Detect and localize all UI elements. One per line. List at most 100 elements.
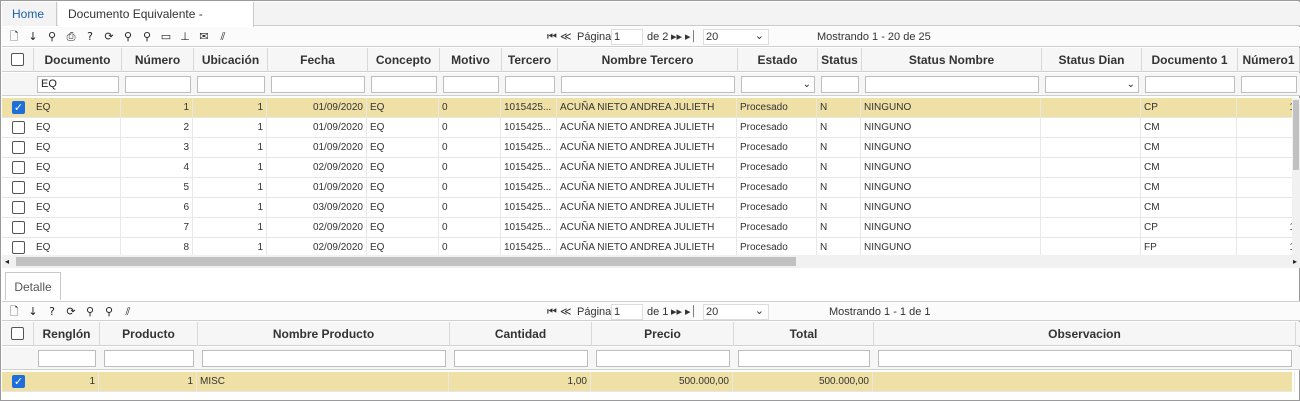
import-icon[interactable]: ↓ — [25, 304, 41, 320]
table-row[interactable]: EQ 3 1 01/09/2020 EQ 0 1015425... ACUÑA NIETO A… — [2, 138, 1299, 158]
column-header-concepto[interactable]: Concepto — [368, 48, 440, 72]
table-row[interactable]: ✓ 1 1 MISC 1,00 500.000,00 500.000,00 — [2, 372, 1295, 392]
column-header-status-dian[interactable]: Status Dian — [1042, 48, 1142, 72]
filter-documento-input[interactable]: EQ — [37, 76, 119, 93]
column-header-status[interactable]: Status — [818, 48, 862, 72]
mail-icon[interactable]: ✉ — [196, 29, 212, 45]
select-all-checkbox[interactable] — [11, 327, 24, 340]
row-checkbox[interactable] — [12, 201, 25, 214]
column-header-nombre-producto[interactable]: Nombre Producto — [198, 322, 450, 346]
tab-home[interactable]: Home — [2, 2, 57, 26]
refresh-icon[interactable]: ⟳ — [101, 29, 117, 45]
filter-ubicacion-input[interactable] — [197, 76, 265, 93]
row-checkbox[interactable]: ✓ — [12, 101, 25, 114]
column-header-motivo[interactable]: Motivo — [440, 48, 502, 72]
column-header-observacion[interactable]: Observacion — [874, 322, 1296, 346]
page-size-select[interactable]: 20 ⌄ — [703, 29, 769, 45]
filter-nombre-tercero-input[interactable] — [561, 76, 735, 93]
import-icon[interactable]: ↓ — [25, 29, 41, 45]
column-header-documento[interactable]: Documento — [34, 48, 122, 72]
column-header-cantidad[interactable]: Cantidad — [450, 322, 592, 346]
page-size-select[interactable]: 20 ⌄ — [703, 304, 769, 320]
filter-documento1-input[interactable] — [1145, 76, 1235, 93]
column-header-estado[interactable]: Estado — [738, 48, 818, 72]
filter-status-dian-select[interactable]: ⌄ — [1045, 76, 1139, 93]
main-vertical-scrollbar[interactable] — [1292, 98, 1300, 255]
next-page-icon[interactable]: ▸▸ — [671, 303, 682, 321]
column-header-precio[interactable]: Precio — [592, 322, 734, 346]
table-row[interactable]: ✓ EQ 1 1 01/09/2020 EQ 0 1015425... ACUÑA NIETO … — [2, 98, 1299, 118]
filter-concepto-input[interactable] — [371, 76, 437, 93]
table-row[interactable]: EQ 4 1 02/09/2020 EQ 0 1015425... ACUÑA NIETO A… — [2, 158, 1299, 178]
column-header-renglon[interactable]: Renglón — [34, 322, 100, 346]
row-checkbox[interactable] — [12, 121, 25, 134]
zoom-in-icon[interactable]: ⚲ — [82, 304, 98, 320]
select-all-checkbox[interactable] — [11, 53, 24, 66]
row-checkbox[interactable] — [12, 241, 25, 254]
new-icon[interactable]: 🗋 — [6, 29, 22, 45]
new-icon[interactable]: 🗋 — [6, 304, 22, 320]
row-checkbox[interactable] — [12, 221, 25, 234]
filter-status-input[interactable] — [821, 76, 859, 93]
filter-cantidad-input[interactable] — [454, 350, 588, 367]
tab-detalle[interactable]: Detalle — [5, 272, 61, 300]
column-header-fecha[interactable]: Fecha — [268, 48, 368, 72]
row-checkbox[interactable]: ✓ — [12, 375, 25, 388]
row-checkbox[interactable] — [12, 141, 25, 154]
resize-icon[interactable]: ⫽ — [215, 29, 231, 45]
table-row[interactable]: EQ 6 1 03/09/2020 EQ 0 1015425... ACUÑA NIETO A… — [2, 198, 1299, 218]
filter-numero-input[interactable] — [125, 76, 191, 93]
comment-icon[interactable]: ▭ — [158, 29, 174, 45]
next-page-icon[interactable]: ▸▸ — [671, 28, 682, 46]
zoom-in-icon[interactable]: ⚲ — [120, 29, 136, 45]
first-page-icon[interactable]: ⏮ — [547, 28, 557, 46]
table-row[interactable]: EQ 7 1 02/09/2020 EQ 0 1015425... ACUÑA NIETO A… — [2, 218, 1299, 238]
last-page-icon[interactable]: ▸⏐ — [685, 28, 697, 46]
zoom-out-icon[interactable]: ⚲ — [139, 29, 155, 45]
row-checkbox[interactable] — [12, 181, 25, 194]
column-header-total[interactable]: Total — [734, 322, 874, 346]
scroll-right-icon[interactable]: ▸ — [1293, 255, 1297, 268]
filter-producto-input[interactable] — [104, 350, 194, 367]
column-header-numero[interactable]: Número — [122, 48, 194, 72]
table-row[interactable]: EQ 2 1 01/09/2020 EQ 0 1015425... ACUÑA NIETO A… — [2, 118, 1299, 138]
filter-estado-select[interactable]: ⌄ — [741, 76, 815, 93]
help-icon[interactable]: ? — [44, 304, 60, 320]
filter-renglon-input[interactable] — [38, 350, 96, 367]
page-input[interactable]: 1 — [611, 29, 643, 45]
column-header-numero1[interactable]: Número1 — [1238, 48, 1300, 72]
column-header-documento1[interactable]: Documento 1 — [1142, 48, 1238, 72]
resize-icon[interactable]: ⫽ — [120, 304, 136, 320]
scroll-left-icon[interactable]: ◂ — [5, 255, 9, 268]
scroll-thumb[interactable] — [16, 257, 796, 266]
table-row[interactable]: EQ 5 1 01/09/2020 EQ 0 1015425... ACUÑA NIETO A… — [2, 178, 1299, 198]
column-header-producto[interactable]: Producto — [100, 322, 198, 346]
filter-nombre-producto-input[interactable] — [202, 350, 446, 367]
row-checkbox[interactable] — [12, 161, 25, 174]
help-icon[interactable]: ? — [82, 29, 98, 45]
pin-icon[interactable]: ⊥ — [177, 29, 193, 45]
filter-motivo-input[interactable] — [443, 76, 499, 93]
first-page-icon[interactable]: ⏮ — [547, 303, 557, 321]
column-header-ubicacion[interactable]: Ubicación — [194, 48, 268, 72]
scroll-thumb[interactable] — [1293, 100, 1299, 170]
filter-numero1-input[interactable] — [1241, 76, 1297, 93]
filter-tercero-input[interactable] — [505, 76, 555, 93]
prev-page-icon[interactable]: ≪ — [560, 28, 572, 46]
column-header-nombre-tercero[interactable]: Nombre Tercero — [558, 48, 738, 72]
filter-observacion-input[interactable] — [878, 350, 1292, 367]
print-icon[interactable]: ⎙ — [63, 29, 79, 45]
column-header-tercero[interactable]: Tercero — [502, 48, 558, 72]
filter-status-nombre-input[interactable] — [865, 76, 1039, 93]
search-icon[interactable]: ⚲ — [44, 29, 60, 45]
refresh-icon[interactable]: ⟳ — [63, 304, 79, 320]
column-header-status-nombre[interactable]: Status Nombre — [862, 48, 1042, 72]
zoom-out-icon[interactable]: ⚲ — [101, 304, 117, 320]
prev-page-icon[interactable]: ≪ — [560, 303, 572, 321]
page-input[interactable]: 1 — [611, 304, 643, 320]
main-horizontal-scrollbar[interactable]: ◂ ▸ — [2, 255, 1300, 268]
last-page-icon[interactable]: ▸⏐ — [685, 303, 697, 321]
tab-documento-equivalente[interactable]: Documento Equivalente -[odeq]× — [58, 2, 254, 45]
filter-precio-input[interactable] — [596, 350, 730, 367]
filter-total-input[interactable] — [738, 350, 870, 367]
